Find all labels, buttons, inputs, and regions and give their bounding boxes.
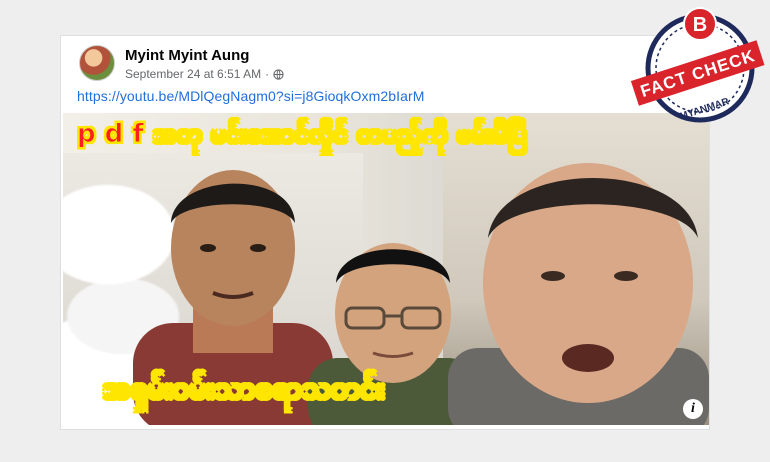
post-timestamp[interactable]: September 24 at 6:51 AM: [125, 67, 261, 81]
video-thumbnail[interactable]: p d f အတု မင်းအောင်လှိုင် တပည့်ကို ဖမ်းမ…: [63, 113, 709, 425]
post-meta: September 24 at 6:51 AM ·: [125, 67, 284, 81]
facebook-post-card: Myint Myint Aung September 24 at 6:51 AM…: [60, 35, 710, 430]
thumbnail-headline-top: p d f အတု မင်းအောင်လှိုင် တပည့်ကို ဖမ်းမ…: [77, 119, 528, 150]
info-icon[interactable]: i: [683, 399, 703, 419]
badge-logo-letter: B: [693, 14, 707, 36]
avatar[interactable]: [79, 45, 115, 81]
post-author-name[interactable]: Myint Myint Aung: [125, 47, 249, 64]
thumbnail-headline-bottom: အရှမ်းဝမ်းသာစရာသတင်း: [103, 371, 385, 407]
fact-check-badge: B FACT CHECK MYANMAR: [630, 7, 765, 123]
globe-icon: [273, 68, 284, 80]
meta-separator: ·: [265, 67, 270, 81]
post-link[interactable]: https://youtu.be/MDlQegNagm0?si=j8GioqkO…: [77, 88, 425, 104]
